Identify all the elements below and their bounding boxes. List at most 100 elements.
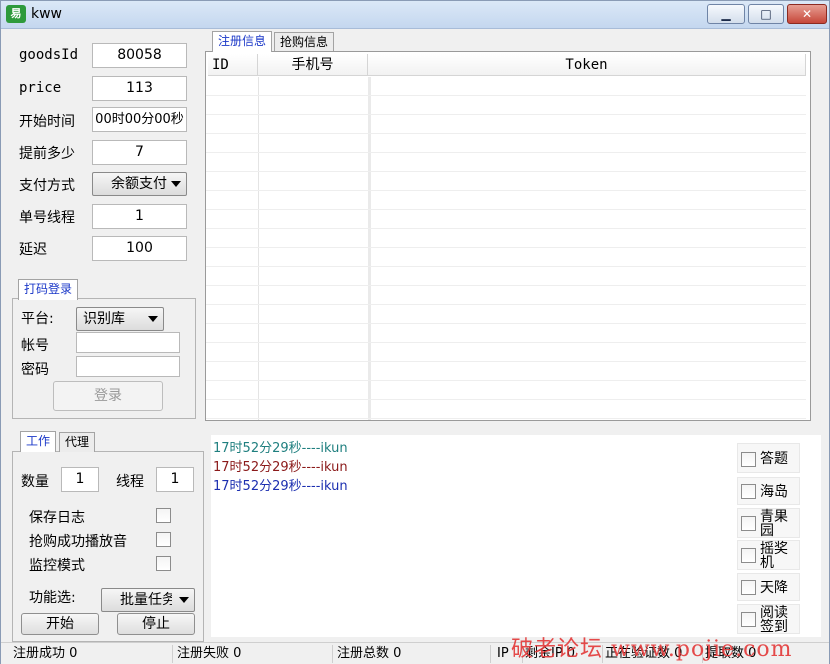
option-lottery-label: 摇奖机 [760, 541, 788, 571]
table-row[interactable] [206, 343, 806, 362]
table-row[interactable] [206, 362, 806, 381]
advance-input[interactable]: 7 [92, 140, 187, 165]
price-input[interactable]: 113 [92, 76, 187, 101]
tab-purchase-info[interactable]: 抢购信息 [274, 32, 335, 52]
option-sky-drop-label: 天降 [760, 580, 788, 596]
table-row[interactable] [206, 381, 806, 400]
status-register-total: 注册总数 0 [337, 645, 491, 663]
log-output[interactable]: 17时52分29秒----ikun 17时52分29秒----ikun 17时5… [211, 435, 821, 637]
table-row[interactable] [206, 400, 806, 419]
log-line: 17时52分29秒----ikun [213, 441, 348, 456]
table-row[interactable] [206, 172, 806, 191]
threads-per-order-label: 单号线程 [19, 210, 75, 226]
table-row[interactable] [206, 96, 806, 115]
chevron-down-icon [171, 181, 181, 187]
table-row[interactable] [206, 115, 806, 134]
status-register-fail: 注册失败 0 [177, 645, 333, 663]
platform-label: 平台: [21, 311, 54, 327]
option-play-sound-label: 抢购成功播放音 [29, 534, 127, 550]
table-row[interactable] [206, 267, 806, 286]
stop-button[interactable]: 停止 [117, 613, 195, 635]
payment-label: 支付方式 [19, 178, 75, 194]
threads-label: 线程 [116, 474, 144, 490]
option-lottery-checkbox[interactable] [741, 548, 756, 563]
table-row[interactable] [206, 77, 806, 96]
quantity-label: 数量 [21, 474, 49, 490]
table-row[interactable] [206, 210, 806, 229]
password-label: 密码 [21, 362, 49, 378]
account-input[interactable] [76, 332, 180, 353]
price-label: price [19, 80, 62, 96]
payment-select-value: 余额支付 [111, 176, 167, 192]
start-button[interactable]: 开始 [21, 613, 99, 635]
option-read-checkin-label: 阅读签到 [760, 605, 788, 635]
payment-select[interactable]: 余额支付 [92, 172, 187, 196]
column-header-token[interactable]: Token [368, 54, 806, 76]
option-sky-drop-checkbox[interactable] [741, 580, 756, 595]
tab-register-info[interactable]: 注册信息 [212, 31, 273, 52]
start-time-input[interactable]: 00时00分00秒 [92, 107, 187, 132]
option-save-log-checkbox[interactable] [156, 508, 171, 523]
advance-label: 提前多少 [19, 146, 75, 162]
tab-captcha-login[interactable]: 打码登录 [18, 279, 79, 300]
register-table[interactable]: ID 手机号 Token [205, 51, 811, 421]
table-row[interactable] [206, 229, 806, 248]
option-read-checkin[interactable]: 阅读签到 [737, 604, 800, 634]
option-green-orchard-checkbox[interactable] [741, 516, 756, 531]
goods-id-label: goodsId [19, 47, 79, 63]
option-island[interactable]: 海岛 [737, 477, 800, 505]
option-quiz-checkbox[interactable] [741, 452, 756, 467]
threads-per-order-input[interactable]: 1 [92, 204, 187, 229]
title-bar[interactable]: 易 kww ▁ □ ✕ [1, 1, 829, 29]
function-select[interactable]: 批量任务 [101, 588, 195, 612]
goods-id-input[interactable]: 80058 [92, 43, 187, 68]
tab-proxy[interactable]: 代理 [59, 432, 96, 452]
delay-input[interactable]: 100 [92, 236, 187, 261]
table-row[interactable] [206, 134, 806, 153]
table-row[interactable] [206, 324, 806, 343]
tab-work[interactable]: 工作 [20, 431, 57, 452]
table-row[interactable] [206, 305, 806, 324]
option-quiz-label: 答题 [760, 451, 788, 467]
option-monitor-mode-label: 监控模式 [29, 558, 85, 574]
platform-select-value: 识别库 [83, 311, 125, 327]
quantity-input[interactable]: 1 [61, 467, 99, 492]
watermark-text: 破老论坛 www.pojie.com [511, 637, 793, 662]
function-label: 功能选: [29, 590, 76, 606]
log-line: 17时52分29秒----ikun [213, 460, 348, 475]
option-save-log-label: 保存日志 [29, 510, 85, 526]
login-button[interactable]: 登录 [53, 381, 163, 411]
threads-input[interactable]: 1 [156, 467, 194, 492]
log-line: 17时52分29秒----ikun [213, 479, 348, 494]
option-quiz[interactable]: 答题 [737, 443, 800, 473]
option-play-sound-checkbox[interactable] [156, 532, 171, 547]
option-monitor-mode-checkbox[interactable] [156, 556, 171, 571]
table-row[interactable] [206, 248, 806, 267]
column-header-id[interactable]: ID [208, 54, 258, 76]
function-select-value: 批量任务 [120, 592, 172, 608]
option-lottery[interactable]: 摇奖机 [737, 540, 800, 570]
close-button[interactable]: ✕ [787, 4, 827, 24]
main-window: 易 kww ▁ □ ✕ goodsId 80058 price 113 开始时间… [0, 0, 830, 664]
delay-label: 延迟 [19, 242, 47, 258]
table-row[interactable] [206, 286, 806, 305]
table-row[interactable] [206, 191, 806, 210]
account-label: 帐号 [21, 338, 49, 354]
table-row[interactable] [206, 153, 806, 172]
window-title: kww [31, 6, 63, 22]
minimize-button[interactable]: ▁ [707, 4, 745, 24]
chevron-down-icon [179, 597, 189, 603]
option-island-checkbox[interactable] [741, 484, 756, 499]
maximize-button[interactable]: □ [748, 4, 784, 24]
password-input[interactable] [76, 356, 180, 377]
option-island-label: 海岛 [760, 484, 788, 500]
chevron-down-icon [148, 316, 158, 322]
start-time-label: 开始时间 [19, 114, 75, 130]
platform-select[interactable]: 识别库 [76, 307, 164, 331]
option-read-checkin-checkbox[interactable] [741, 612, 756, 627]
column-header-phone[interactable]: 手机号 [258, 54, 368, 76]
option-green-orchard[interactable]: 青果园 [737, 508, 800, 538]
option-green-orchard-label: 青果园 [760, 509, 788, 539]
option-sky-drop[interactable]: 天降 [737, 573, 800, 601]
app-icon: 易 [6, 5, 26, 23]
